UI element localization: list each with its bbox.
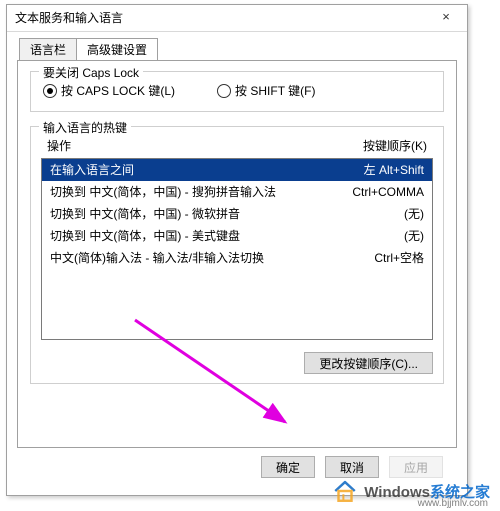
cell-keys: 左 Alt+Shift [364, 161, 424, 179]
dialog-window: 文本服务和输入语言 × 语言栏 高级键设置 要关闭 Caps Lock 按 CA… [6, 4, 468, 496]
radio-dot-icon [43, 84, 57, 98]
cell-keys: Ctrl+空格 [374, 249, 424, 267]
col-action: 操作 [47, 137, 71, 154]
change-key-sequence-button[interactable]: 更改按键顺序(C)... [304, 352, 433, 374]
cell-action: 切换到 中文(简体，中国) - 美式键盘 [50, 227, 240, 245]
close-button[interactable]: × [429, 8, 463, 28]
cell-action: 切换到 中文(简体，中国) - 搜狗拼音输入法 [50, 183, 276, 201]
hotkey-list[interactable]: 在输入语言之间 左 Alt+Shift 切换到 中文(简体，中国) - 搜狗拼音… [41, 158, 433, 340]
list-item[interactable]: 在输入语言之间 左 Alt+Shift [42, 159, 432, 181]
group-hotkeys: 输入语言的热键 操作 按键顺序(K) 在输入语言之间 左 Alt+Shift 切… [30, 126, 444, 384]
cell-action: 在输入语言之间 [50, 161, 134, 179]
change-btn-wrap: 更改按键顺序(C)... [41, 352, 433, 374]
client-area: 语言栏 高级键设置 要关闭 Caps Lock 按 CAPS LOCK 键(L)… [7, 32, 467, 478]
group-capslock: 要关闭 Caps Lock 按 CAPS LOCK 键(L) 按 SHIFT 键… [30, 71, 444, 112]
radio-capslock-label: 按 CAPS LOCK 键(L) [61, 82, 175, 99]
group-capslock-legend: 要关闭 Caps Lock [39, 64, 143, 81]
cell-keys: (无) [404, 227, 424, 245]
cell-action: 中文(简体)输入法 - 输入法/非输入法切换 [50, 249, 264, 267]
cell-keys: (无) [404, 205, 424, 223]
titlebar: 文本服务和输入语言 × [7, 5, 467, 32]
house-logo-icon [332, 478, 358, 504]
tab-language-bar[interactable]: 语言栏 [19, 38, 77, 60]
radio-shift-key[interactable]: 按 SHIFT 键(F) [217, 82, 315, 99]
list-item[interactable]: 切换到 中文(简体，中国) - 美式键盘 (无) [42, 225, 432, 247]
tab-strip: 语言栏 高级键设置 [17, 38, 457, 60]
cell-keys: Ctrl+COMMA [352, 183, 424, 201]
col-keys: 按键顺序(K) [363, 137, 427, 154]
cell-action: 切换到 中文(简体，中国) - 微软拼音 [50, 205, 240, 223]
radio-capslock-key[interactable]: 按 CAPS LOCK 键(L) [43, 82, 175, 99]
list-item[interactable]: 中文(简体)输入法 - 输入法/非输入法切换 Ctrl+空格 [42, 247, 432, 269]
list-item[interactable]: 切换到 中文(简体，中国) - 搜狗拼音输入法 Ctrl+COMMA [42, 181, 432, 203]
radio-dot-icon [217, 84, 231, 98]
tab-page-advanced: 要关闭 Caps Lock 按 CAPS LOCK 键(L) 按 SHIFT 键… [17, 60, 457, 448]
capslock-radios: 按 CAPS LOCK 键(L) 按 SHIFT 键(F) [43, 82, 431, 99]
list-item[interactable]: 切换到 中文(简体，中国) - 微软拼音 (无) [42, 203, 432, 225]
radio-shift-label: 按 SHIFT 键(F) [235, 82, 315, 99]
watermark-url: www.bjjmlv.com [418, 498, 488, 509]
window-title: 文本服务和输入语言 [15, 5, 123, 31]
tab-advanced-keys[interactable]: 高级键设置 [76, 38, 158, 60]
list-header: 操作 按键顺序(K) [41, 135, 433, 158]
group-hotkeys-legend: 输入语言的热键 [39, 119, 131, 136]
